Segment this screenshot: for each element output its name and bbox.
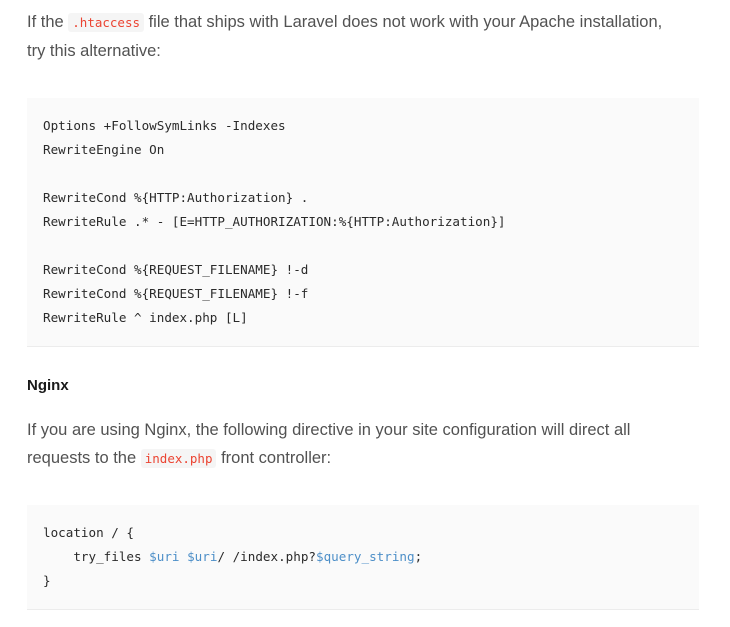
code-line: try_files $uri $uri/ /index.php?$query_s… [43,549,423,564]
htaccess-inline-code: .htaccess [68,13,145,32]
apache-code-block[interactable]: Options +FollowSymLinks -Indexes Rewrite… [27,98,699,347]
nginx-code-block[interactable]: location / { try_files $uri $uri/ /index… [27,505,699,610]
code-line: Options +FollowSymLinks -Indexes [43,118,286,133]
code-line: RewriteRule ^ index.php [L] [43,310,248,325]
nginx-paragraph: If you are using Nginx, the following di… [27,416,707,473]
intro-paragraph: If the .htaccess file that ships with La… [27,8,707,65]
intro-text-after: file that ships with Laravel does not wo… [144,13,663,31]
nginx-text-before-code: requests to the [27,449,141,467]
index-php-inline-code: index.php [140,449,217,468]
code-line: RewriteCond %{REQUEST_FILENAME} !-f [43,286,309,301]
nginx-text-line1: If you are using Nginx, the following di… [27,421,631,439]
code-line: RewriteRule .* - [E=HTTP_AUTHORIZATION:%… [43,214,506,229]
nginx-text-after-code: front controller: [216,449,332,467]
intro-text-line2: try this alternative: [27,42,161,60]
nginx-heading: Nginx [27,377,69,394]
code-line: RewriteCond %{HTTP:Authorization} . [43,190,309,205]
code-line: RewriteEngine On [43,142,165,157]
uri-variable: $uri [187,549,218,564]
intro-text-before: If the [27,13,69,31]
code-line: RewriteCond %{REQUEST_FILENAME} !-d [43,262,309,277]
uri-variable: $uri [149,549,180,564]
query-string-variable: $query_string [316,549,415,564]
code-line: location / { [43,525,134,540]
code-line: } [43,573,51,588]
